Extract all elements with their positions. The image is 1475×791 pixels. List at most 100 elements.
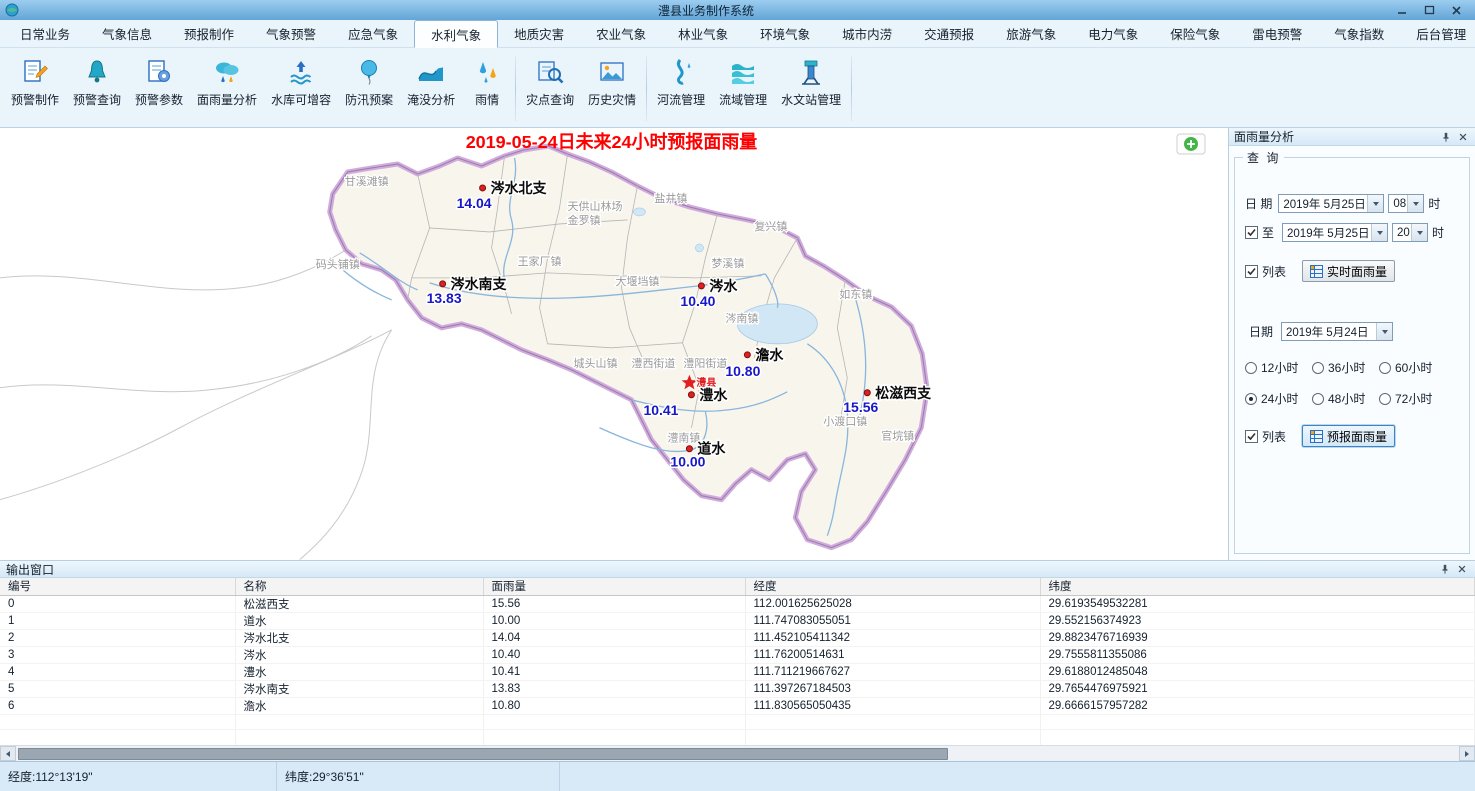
- minimize-button[interactable]: [1389, 2, 1416, 18]
- menu-item-urban-flood[interactable]: 城市内涝: [826, 20, 908, 47]
- forecast-map[interactable]: 甘溪滩镇 盐井镇 天供山林场 金罗镇 复兴镇 码头铺镇 王家厂镇 梦溪镇 大堰垱…: [0, 128, 1228, 560]
- station-dot: [686, 446, 692, 452]
- scrollbar-thumb[interactable]: [18, 748, 948, 760]
- radio-48h[interactable]: 48小时: [1312, 390, 1379, 407]
- scroll-left-button[interactable]: [0, 746, 16, 761]
- scrollbar-track[interactable]: [16, 746, 1459, 761]
- menu-item-lightning[interactable]: 雷电预警: [1236, 20, 1318, 47]
- end-hour-select[interactable]: 20: [1392, 223, 1428, 242]
- table-row[interactable]: 1 道水 10.00 111.747083055051 29.552156374…: [0, 612, 1475, 629]
- realtime-rainfall-button[interactable]: 实时面雨量: [1302, 260, 1395, 282]
- menu-item-power[interactable]: 电力气象: [1072, 20, 1154, 47]
- tool-warning-params[interactable]: 预警参数: [128, 50, 190, 108]
- maximize-button[interactable]: [1416, 2, 1443, 18]
- menu-item-tourism[interactable]: 旅游气象: [990, 20, 1072, 47]
- col-id[interactable]: 编号: [0, 578, 235, 595]
- tool-area-rainfall[interactable]: 面雨量分析: [190, 50, 264, 108]
- map-canvas[interactable]: 甘溪滩镇 盐井镇 天供山林场 金罗镇 复兴镇 码头铺镇 王家厂镇 梦溪镇 大堰垱…: [0, 128, 1229, 560]
- list-checkbox[interactable]: [1245, 265, 1258, 278]
- check-icon: [1246, 266, 1257, 277]
- status-latitude: 纬度:29°36'51": [277, 762, 560, 791]
- col-latitude[interactable]: 纬度: [1040, 578, 1475, 595]
- end-date-select[interactable]: 2019年 5月25日: [1282, 223, 1388, 242]
- forecast-rainfall-button[interactable]: 预报面雨量: [1302, 425, 1395, 447]
- radio-60h[interactable]: 60小时: [1379, 359, 1446, 376]
- tool-history-disaster[interactable]: 历史灾情: [581, 50, 643, 108]
- tool-inundation[interactable]: 淹没分析: [400, 50, 462, 108]
- tool-warning-query[interactable]: 预警查询: [66, 50, 128, 108]
- horizontal-scrollbar[interactable]: [0, 745, 1475, 761]
- to-checkbox[interactable]: [1245, 226, 1258, 239]
- menu-item-insurance[interactable]: 保险气象: [1154, 20, 1236, 47]
- menu-item-index[interactable]: 气象指数: [1318, 20, 1400, 47]
- cell-rainfall: 13.83: [483, 680, 745, 697]
- tool-label: 灾点查询: [526, 91, 574, 108]
- station-name: 松滋西支: [875, 385, 932, 401]
- realtime-row: 列表 实时面雨量: [1245, 260, 1463, 282]
- cell-rainfall: 10.40: [483, 646, 745, 663]
- pin-button[interactable]: [1439, 130, 1453, 144]
- pin-button[interactable]: [1438, 562, 1452, 576]
- tool-label: 雨情: [475, 91, 499, 108]
- menu-item-emergency[interactable]: 应急气象: [332, 20, 414, 47]
- tool-disaster-query[interactable]: 灾点查询: [519, 50, 581, 108]
- close-button[interactable]: [1443, 2, 1470, 18]
- menu-item-geology[interactable]: 地质灾害: [498, 20, 580, 47]
- tool-reservoir-capacity[interactable]: 水库可增容: [264, 50, 338, 108]
- radio-12h[interactable]: 12小时: [1245, 359, 1312, 376]
- table-row[interactable]: 3 涔水 10.40 111.76200514631 29.7555811355…: [0, 646, 1475, 663]
- cell-longitude: 112.001625625028: [745, 595, 1040, 612]
- tool-label: 面雨量分析: [197, 91, 257, 108]
- menu-item-traffic[interactable]: 交通预报: [908, 20, 990, 47]
- tool-rain-condition[interactable]: 雨情: [462, 50, 512, 108]
- tool-flood-plan[interactable]: 防汛预案: [338, 50, 400, 108]
- menu-item-weather-info[interactable]: 气象信息: [86, 20, 168, 47]
- menu-item-admin[interactable]: 后台管理: [1400, 20, 1475, 47]
- table-row[interactable]: 4 澧水 10.41 111.711219667627 29.618801248…: [0, 663, 1475, 680]
- output-close-button[interactable]: [1455, 562, 1469, 576]
- panel-body: 查 询 日 期 2019年 5月25日 08 时: [1229, 146, 1475, 560]
- window-title: 澧县业务制作系统: [23, 2, 1389, 19]
- cell-id: 0: [0, 595, 235, 612]
- start-date-value: 2019年 5月25日: [1283, 196, 1365, 212]
- radio-36h[interactable]: 36小时: [1312, 359, 1379, 376]
- station-name: 澹水: [755, 347, 784, 363]
- menu-item-forecast[interactable]: 预报制作: [168, 20, 250, 47]
- menu-item-hydrology[interactable]: 水利气象: [414, 20, 498, 48]
- map-zoom-in-button[interactable]: [1177, 134, 1205, 154]
- radio-72h[interactable]: 72小时: [1379, 390, 1446, 407]
- svg-text:王家厂镇: 王家厂镇: [518, 254, 562, 268]
- tool-warning-create[interactable]: 预警制作: [4, 50, 66, 108]
- menu-item-forestry[interactable]: 林业气象: [662, 20, 744, 47]
- menu-item-environment[interactable]: 环境气象: [744, 20, 826, 47]
- tool-river-manage[interactable]: 河流管理: [650, 50, 712, 108]
- tool-hydro-station-manage[interactable]: 水文站管理: [774, 50, 848, 108]
- col-name[interactable]: 名称: [235, 578, 483, 595]
- start-hour-select[interactable]: 08: [1388, 194, 1424, 213]
- panel-close-button[interactable]: [1456, 130, 1470, 144]
- tool-basin-manage[interactable]: 流域管理: [712, 50, 774, 108]
- col-rainfall[interactable]: 面雨量: [483, 578, 745, 595]
- cell-rainfall: 10.80: [483, 697, 745, 714]
- forecast-date-select[interactable]: 2019年 5月24日: [1281, 322, 1393, 341]
- query-groupbox: 查 询 日 期 2019年 5月25日 08 时: [1234, 149, 1470, 554]
- svg-text:梦溪镇: 梦溪镇: [711, 256, 744, 270]
- empty-cell: [745, 714, 1040, 730]
- menu-item-daily[interactable]: 日常业务: [4, 20, 86, 47]
- menu-item-agriculture[interactable]: 农业气象: [580, 20, 662, 47]
- cell-latitude: 29.7654476975921: [1040, 680, 1475, 697]
- table-row[interactable]: 2 涔水北支 14.04 111.452105411342 29.8823476…: [0, 629, 1475, 646]
- table-row[interactable]: 5 涔水南支 13.83 111.397267184503 29.7654476…: [0, 680, 1475, 697]
- menu-item-warning[interactable]: 气象预警: [250, 20, 332, 47]
- scroll-right-button[interactable]: [1459, 746, 1475, 761]
- list-checkbox[interactable]: [1245, 430, 1258, 443]
- col-longitude[interactable]: 经度: [745, 578, 1040, 595]
- table-row[interactable]: 0 松滋西支 15.56 112.001625625028 29.6193549…: [0, 595, 1475, 612]
- radio-24h[interactable]: 24小时: [1245, 390, 1312, 407]
- station-value: 13.83: [427, 290, 462, 306]
- table-row[interactable]: 6 澹水 10.80 111.830565050435 29.666615795…: [0, 697, 1475, 714]
- empty-cell: [483, 730, 745, 746]
- station-value: 15.56: [843, 399, 878, 415]
- radio-label: 72小时: [1395, 390, 1432, 407]
- start-date-select[interactable]: 2019年 5月25日: [1278, 194, 1384, 213]
